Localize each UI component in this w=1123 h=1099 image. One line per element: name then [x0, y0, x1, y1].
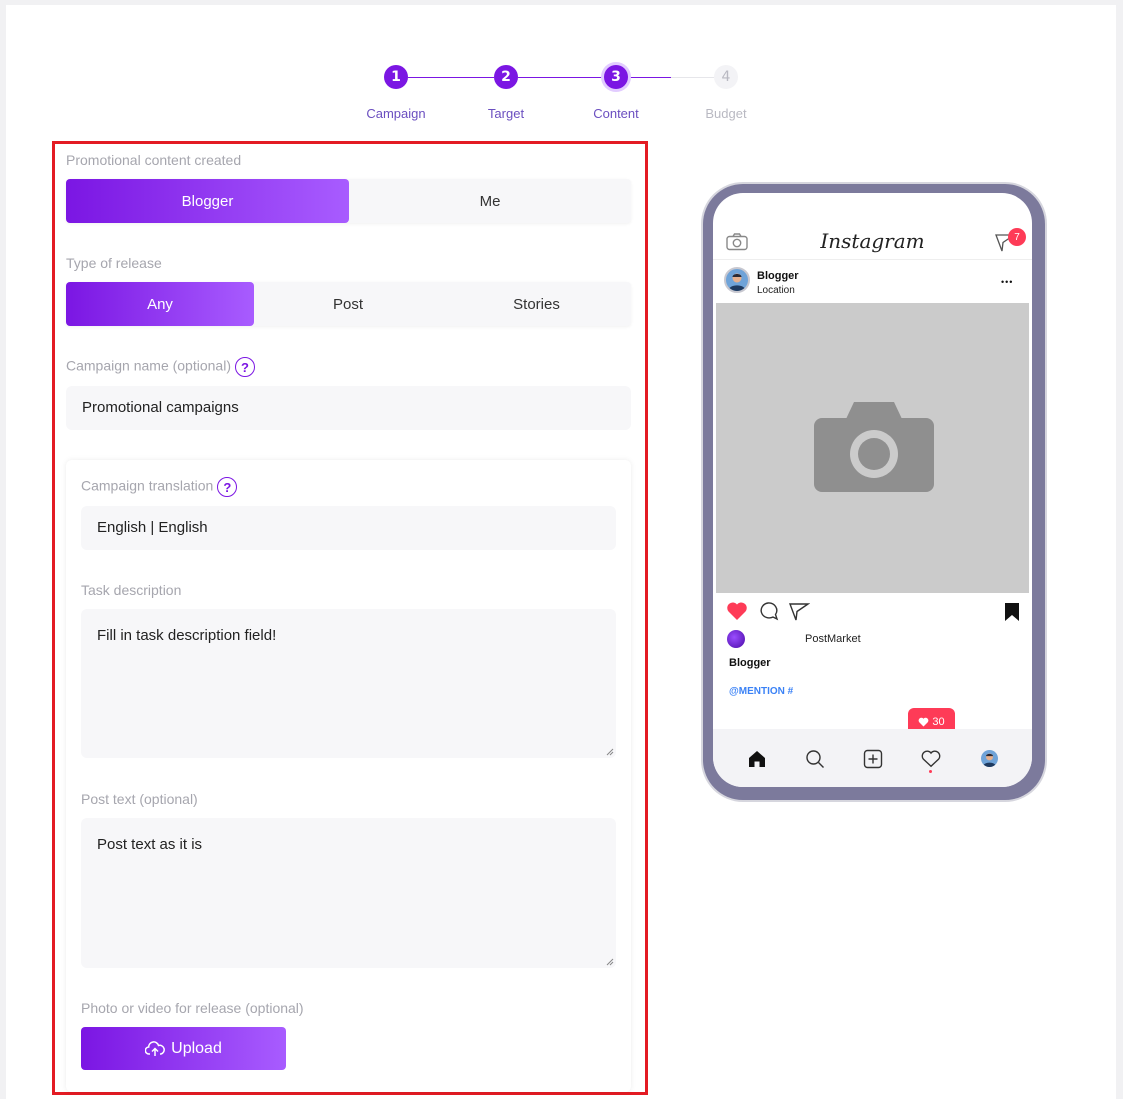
home-icon: [749, 751, 765, 767]
promo-label: Promotional content created: [66, 152, 242, 168]
translation-label-row: Campaign translation?: [81, 477, 238, 497]
app-title: Instagram: [820, 229, 925, 253]
help-icon[interactable]: ?: [217, 477, 238, 497]
step-3-indicator[interactable]: 3: [604, 65, 628, 89]
mention-hashtag: @MENTION #: [729, 686, 794, 697]
search-icon: [806, 750, 824, 768]
promo-option-blogger[interactable]: Blogger: [66, 179, 349, 223]
promo-option-me[interactable]: Me: [349, 179, 631, 223]
release-option-post[interactable]: Post: [254, 282, 442, 326]
campaign-name-label: Campaign name (optional): [66, 357, 231, 374]
camera-placeholder-icon: [814, 402, 934, 492]
profile-person-icon: [982, 753, 997, 767]
upload-button[interactable]: Upload: [81, 1027, 286, 1070]
media-label: Photo or video for release (optional): [81, 1000, 304, 1016]
divider: [713, 259, 1032, 260]
comment-icon: [760, 602, 779, 621]
post-image-placeholder: [716, 303, 1029, 593]
resize-handle-icon[interactable]: [606, 748, 614, 756]
brand-name: PostMarket: [805, 633, 861, 645]
step-connector: [628, 77, 671, 78]
release-label: Type of release: [66, 255, 162, 271]
translation-label: Campaign translation: [81, 477, 214, 494]
likes-count: 30: [932, 716, 945, 728]
campaign-name-label-row: Campaign name (optional)?: [66, 357, 255, 377]
step-connector: [671, 77, 714, 78]
post-text-value: Post text as it is: [97, 836, 203, 853]
post-text-textarea[interactable]: Post text as it is: [81, 818, 616, 968]
activity-heart-icon: [921, 750, 941, 768]
step-3-label: Content: [593, 106, 639, 121]
bookmark-icon: [1005, 603, 1019, 621]
step-connector: [408, 77, 494, 78]
add-post-icon: [863, 749, 883, 769]
instagram-preview: Instagram 7 Blogger Location ••• PostMar…: [713, 193, 1032, 787]
post-location: Location: [757, 285, 795, 296]
step-1-label: Campaign: [366, 106, 426, 121]
brand-logo: [727, 630, 745, 648]
post-username: Blogger: [757, 270, 799, 282]
caption-username: Blogger: [729, 657, 771, 669]
task-description-value: Fill in task description field!: [97, 627, 277, 644]
release-option-any[interactable]: Any: [66, 282, 254, 326]
translation-card: [66, 460, 631, 1092]
like-heart-icon: [727, 602, 747, 620]
task-description-textarea[interactable]: Fill in task description field!: [81, 609, 616, 758]
step-1-indicator[interactable]: 1: [384, 65, 408, 89]
heart-icon: [918, 717, 929, 727]
campaign-name-input[interactable]: Promotional campaigns: [66, 386, 631, 430]
activity-dot: [929, 770, 932, 773]
promo-segmented-control: Blogger Me: [66, 179, 631, 223]
task-label: Task description: [81, 582, 182, 598]
post-text-label: Post text (optional): [81, 791, 198, 807]
avatar: [724, 267, 750, 293]
cloud-upload-icon: [145, 1040, 166, 1056]
step-2-label: Target: [487, 106, 525, 121]
share-icon: [788, 603, 810, 621]
translation-select[interactable]: English | English: [81, 506, 616, 550]
more-options-icon: •••: [1001, 277, 1014, 287]
translation-value: English | English: [97, 519, 208, 536]
resize-handle-icon[interactable]: [606, 958, 614, 966]
step-4-indicator[interactable]: 4: [714, 65, 738, 89]
upload-label: Upload: [171, 1039, 222, 1057]
step-4-label: Budget: [705, 106, 747, 121]
avatar-person-icon: [728, 273, 746, 291]
step-2-indicator[interactable]: 2: [494, 65, 518, 89]
release-segmented-control: Any Post Stories: [66, 282, 631, 326]
profile-avatar: [981, 750, 998, 767]
help-icon[interactable]: ?: [234, 357, 255, 377]
notification-badge: 7: [1008, 228, 1026, 246]
campaign-name-value: Promotional campaigns: [82, 399, 239, 416]
release-option-stories[interactable]: Stories: [442, 282, 631, 326]
step-connector: [518, 77, 604, 78]
